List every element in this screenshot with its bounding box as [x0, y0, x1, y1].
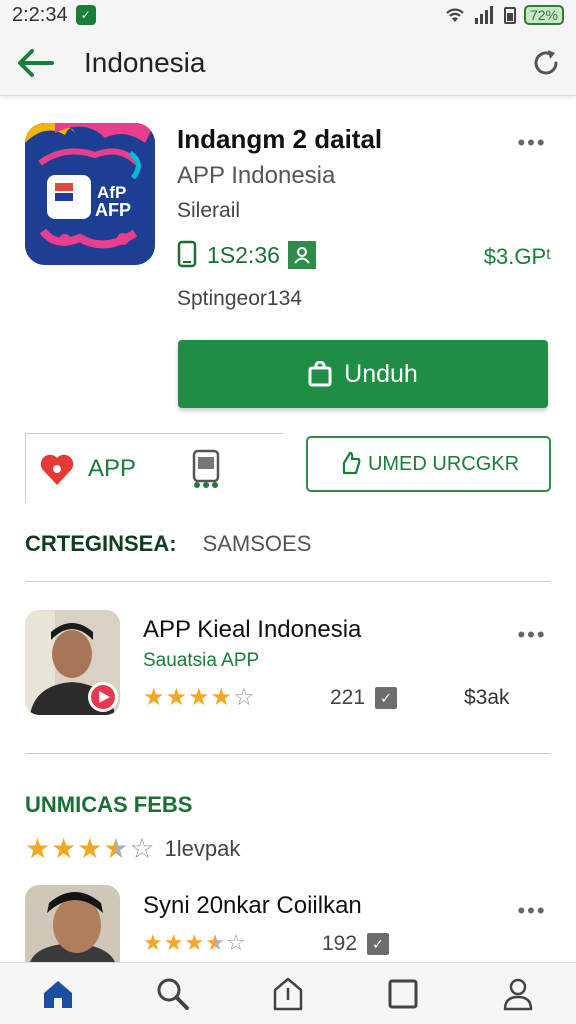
more-options-button[interactable]: •••: [512, 130, 552, 156]
phone-icon: [177, 240, 197, 268]
list-item-developer: Sauatsia APP: [143, 650, 260, 671]
divider: [25, 753, 551, 754]
nav-profile[interactable]: [488, 964, 548, 1024]
app-size: 1S2:36: [207, 241, 280, 268]
app-subtitle: APP Indonesia: [177, 162, 336, 189]
arrow-left-icon: [18, 48, 54, 77]
list-item-thumbnail[interactable]: [25, 885, 120, 962]
app-meta-row: 1S2:36: [177, 240, 316, 270]
reviews-rating-row: ★ ★ ★ ★ ☆ 1levpak: [25, 832, 240, 865]
star-half-icon: ★: [205, 930, 225, 955]
device-icon[interactable]: [188, 449, 224, 489]
back-button[interactable]: [0, 30, 70, 96]
app-price: $3.GPᵗ: [483, 244, 551, 269]
star-icon: ★: [165, 684, 188, 711]
refresh-button[interactable]: [516, 30, 576, 96]
list-item-rating: ★ ★ ★ ★ ☆: [143, 683, 255, 712]
star-icon: ★: [184, 930, 205, 955]
developer-name[interactable]: Sptingeor134: [177, 287, 302, 311]
search-icon: [157, 978, 189, 1010]
star-icon: ★: [163, 930, 184, 955]
install-button[interactable]: Unduh: [178, 340, 548, 408]
star-icon: ★: [188, 684, 210, 711]
categories-heading: CRTEGINSEA:: [25, 531, 177, 556]
list-item-more-button[interactable]: •••: [512, 622, 552, 648]
review-count: 221: [330, 686, 366, 709]
star-icon: ★: [143, 930, 163, 955]
list-item-more-button[interactable]: •••: [512, 898, 552, 924]
checkbox-icon[interactable]: ✓: [367, 933, 390, 955]
status-indicators: 72%: [444, 5, 564, 25]
favorite-label: APP: [88, 454, 137, 482]
star-icon: ★: [51, 833, 77, 864]
divider: [25, 581, 551, 582]
list-item-title[interactable]: APP Kieal Indonesia: [143, 616, 361, 644]
app-bar: Indonesia: [0, 30, 576, 96]
nav-home[interactable]: [28, 964, 88, 1024]
app-logo-graphic: AfP AFP: [25, 123, 155, 265]
star-empty-icon: ☆: [225, 930, 246, 955]
refresh-icon: [534, 49, 558, 74]
wifi-icon: [446, 8, 464, 22]
app-name: Indangm 2 daital: [177, 124, 383, 154]
install-label: Unduh: [344, 359, 418, 388]
reviews-count: 1levpak: [164, 835, 241, 861]
notification-icon: ✓: [75, 5, 96, 25]
signal-icon: [474, 6, 493, 24]
star-icon: ★: [210, 684, 233, 711]
profile-icon: [504, 978, 533, 1010]
review-count: 192: [322, 932, 358, 955]
categories-value[interactable]: SAMSOES: [203, 531, 312, 557]
star-half-icon: ★: [103, 833, 129, 864]
list-item-rating: ★ ★ ★ ★ ☆: [143, 930, 246, 956]
list-item-count: 192 ✓: [322, 932, 390, 956]
reviews-heading: UNMICAS FEBS: [25, 792, 193, 817]
reviews-stars: ★ ★ ★ ★ ☆: [25, 832, 155, 865]
list-item-price: $3ak: [464, 686, 510, 709]
bottom-navigation: [0, 962, 576, 1024]
star-icon: ★: [25, 833, 51, 864]
wishlist-label: UMED URCGKR: [367, 452, 520, 475]
nav-library[interactable]: [373, 964, 433, 1024]
list-item-count: 221 ✓: [330, 686, 398, 710]
list-item-title[interactable]: Syni 20nkar Coiilkan: [143, 892, 362, 920]
star-empty-icon: ☆: [233, 684, 255, 711]
categories-row: CRTEGINSEA: SAMSOES: [25, 531, 311, 557]
home-icon: [43, 980, 72, 1008]
square-icon: [388, 979, 418, 1008]
shopping-bag-icon: [308, 361, 332, 387]
star-icon: ★: [77, 833, 103, 864]
user-badge-icon: [287, 241, 316, 269]
status-time: 2:2:34: [12, 3, 68, 26]
star-empty-icon: ☆: [129, 833, 155, 864]
heart-icon: [40, 454, 74, 485]
star-icon: ★: [143, 684, 165, 711]
checkbox-icon[interactable]: ✓: [375, 687, 398, 709]
favorite-panel[interactable]: APP: [25, 433, 283, 503]
app-category: Silerail: [177, 199, 241, 222]
nav-share[interactable]: [258, 964, 318, 1024]
page-title: Indonesia: [84, 46, 206, 78]
battery-small-icon: [503, 7, 516, 24]
thumbs-icon: [342, 451, 361, 475]
app-icon[interactable]: AfP AFP: [25, 123, 155, 265]
status-bar: 2:2:34 ✓ 72%: [0, 0, 576, 30]
nav-search[interactable]: [143, 964, 203, 1024]
svg-text:AFP: AFP: [95, 200, 131, 220]
wishlist-button[interactable]: UMED URCGKR: [306, 436, 551, 492]
battery-indicator: 72%: [523, 5, 564, 25]
list-item-thumbnail[interactable]: [25, 610, 120, 715]
share-icon: [273, 977, 303, 1010]
